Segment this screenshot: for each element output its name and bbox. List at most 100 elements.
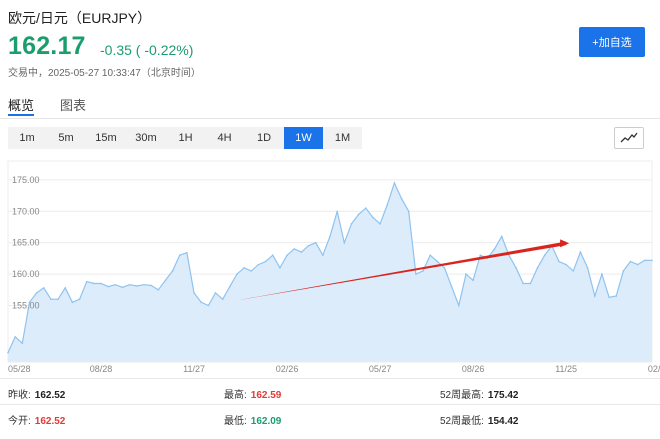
tabs-divider: [0, 118, 660, 119]
price-point: [629, 260, 632, 263]
price-area: [8, 183, 652, 362]
price-point: [236, 273, 238, 275]
x-tick-label: 05/28: [8, 364, 31, 372]
stats-row: 今开: 162.52 最低: 162.09 52周最低: 154.42: [0, 404, 660, 431]
page-title: 欧元/日元（EURJPY）: [8, 10, 152, 26]
line-chart-icon: [620, 132, 638, 143]
prev-close-stat: 昨收: 162.52: [8, 390, 66, 401]
y-tick-label: 165.00: [12, 238, 40, 248]
price-point: [57, 298, 59, 300]
tab-chart[interactable]: 图表: [60, 95, 86, 114]
price-point: [536, 266, 539, 269]
time-range-selector: 1m 5m 15m 30m 1H 4H 1D 1W 1M: [8, 127, 362, 149]
price-point: [314, 241, 317, 244]
price-point: [565, 263, 567, 266]
price-point: [186, 251, 188, 254]
price-point: [322, 254, 324, 257]
y-tick-label: 175.00: [12, 175, 40, 185]
high-stat: 最高: 162.59: [224, 390, 282, 401]
y-tick-label: 160.00: [12, 269, 40, 279]
price-point: [622, 270, 625, 272]
price-point: [257, 263, 260, 266]
price-point: [100, 282, 102, 285]
price-point: [171, 270, 174, 272]
price-point: [515, 266, 517, 269]
chart-type-toggle[interactable]: [614, 127, 644, 149]
price-point: [493, 248, 496, 250]
stats-row: 昨收: 162.52 最高: 162.59 52周最高: 175.42: [0, 378, 660, 405]
price-point: [221, 298, 224, 300]
range-5m-button[interactable]: 5m: [46, 127, 86, 149]
price-point: [64, 287, 67, 289]
price-point: [271, 254, 274, 257]
price-point: [7, 351, 9, 354]
price-point: [243, 266, 245, 269]
price-point: [121, 286, 124, 289]
price-point: [636, 263, 639, 266]
x-axis: 05/28 08/28 11/27 02/26 05/27 08/26 11/25 02/24: [8, 364, 660, 372]
range-1d-button[interactable]: 1D: [244, 127, 284, 149]
active-tab-indicator: [8, 114, 34, 116]
price-point: [85, 280, 88, 283]
price-point: [200, 301, 202, 304]
price-point: [21, 342, 24, 344]
price-point: [250, 270, 253, 272]
price-point: [586, 266, 589, 269]
price-point: [128, 283, 131, 286]
y-tick-label: 170.00: [12, 206, 40, 216]
price-point: [42, 287, 45, 289]
range-1mo-button[interactable]: 1M: [323, 127, 362, 149]
price-point: [522, 282, 524, 285]
price-point: [357, 213, 360, 216]
price-chart[interactable]: 155.00 160.00 165.00 170.00 175.00 05/28 08/2…: [0, 157, 660, 372]
price-point: [400, 197, 403, 200]
trading-status: 交易中，2025-05-27 10:33:47（北京时间）: [8, 68, 201, 79]
add-watchlist-button[interactable]: +加自选: [579, 27, 645, 57]
current-price: 162.17: [8, 32, 86, 60]
x-tick-label: 11/27: [183, 364, 205, 372]
low-stat: 最低: 162.09: [224, 416, 282, 427]
price-point: [386, 204, 389, 206]
price-point: [364, 207, 367, 209]
y-axis: 155.00 160.00 165.00 170.00 175.00: [12, 175, 40, 311]
tab-overview[interactable]: 概览: [8, 95, 34, 114]
x-tick-label: 05/27: [369, 364, 392, 372]
price-point: [343, 241, 346, 244]
price-point: [14, 336, 16, 338]
open-stat: 今开: 162.52: [8, 416, 66, 427]
price-point: [651, 259, 653, 262]
price-point: [572, 270, 575, 272]
price-point: [644, 259, 646, 262]
price-point: [500, 235, 503, 238]
price-point: [35, 292, 38, 294]
price-point: [93, 282, 95, 285]
price-point: [178, 254, 181, 257]
range-4h-button[interactable]: 4H: [205, 127, 244, 149]
price-point: [114, 283, 117, 286]
price-point: [164, 279, 167, 282]
price-point: [286, 254, 288, 257]
52w-low-stat: 52周最低: 154.42: [440, 416, 519, 427]
price-point: [601, 273, 603, 275]
price-point: [293, 248, 296, 250]
price-point: [465, 273, 467, 275]
range-1m-button[interactable]: 1m: [8, 127, 46, 149]
price-point: [307, 244, 310, 247]
price-point: [150, 284, 152, 287]
range-30m-button[interactable]: 30m: [126, 127, 166, 149]
range-15m-button[interactable]: 15m: [86, 127, 126, 149]
price-point: [143, 283, 145, 286]
range-1w-button[interactable]: 1W: [284, 127, 323, 149]
range-1h-button[interactable]: 1H: [166, 127, 205, 149]
price-point: [300, 251, 303, 253]
price-point: [50, 298, 52, 300]
price-point: [579, 251, 582, 253]
price-point: [157, 288, 160, 291]
price-point: [71, 301, 74, 304]
price-point: [229, 285, 231, 288]
price-point: [615, 295, 618, 297]
price-point: [207, 304, 210, 307]
x-tick-label: 02/26: [276, 364, 299, 372]
price-point: [558, 260, 560, 263]
price-point: [415, 273, 417, 275]
